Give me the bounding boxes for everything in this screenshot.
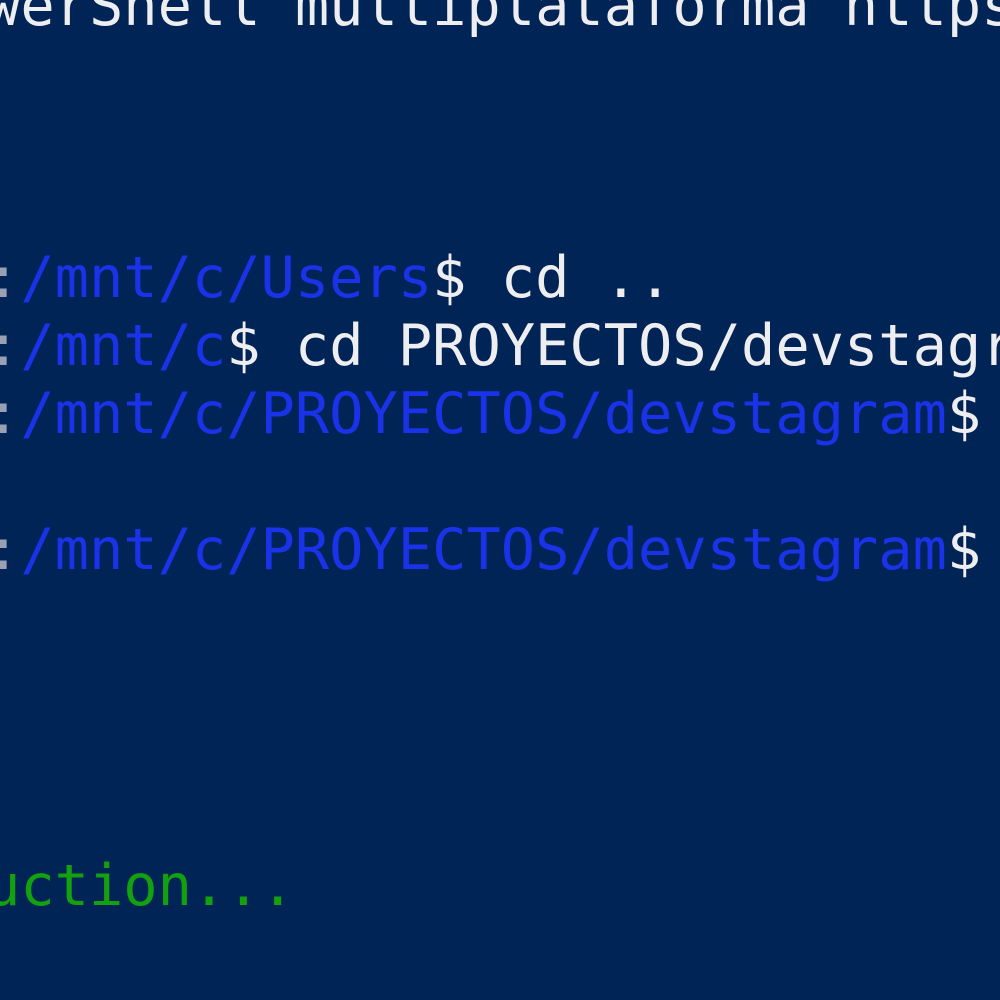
prompt-line: :/mnt/c$ cd PROYECTOS/devstagr bbox=[0, 312, 1000, 380]
status-line: uction... bbox=[0, 852, 295, 920]
prompt-line: :/mnt/c/PROYECTOS/devstagram$ . bbox=[0, 516, 1000, 584]
command-text: cd PROYECTOS/devstagr bbox=[260, 313, 1000, 379]
prompt-line: :/mnt/c/Users$ cd .. bbox=[0, 244, 672, 312]
prompt-separator: : bbox=[0, 313, 20, 379]
command-text: . bbox=[981, 381, 1000, 447]
prompt-line: :/mnt/c/PROYECTOS/devstagram$ . bbox=[0, 380, 1000, 448]
terminal-window[interactable]: werShell multiplataforma https :/mnt/c/U… bbox=[0, 0, 1000, 1000]
command-text: cd .. bbox=[466, 245, 673, 311]
prompt-path: /mnt/c/PROYECTOS/devstagram bbox=[20, 381, 947, 447]
banner-text: werShell multiplataforma https bbox=[0, 0, 1000, 39]
prompt-symbol: $ bbox=[946, 381, 982, 447]
prompt-separator: : bbox=[0, 381, 20, 447]
status-text: uction... bbox=[0, 853, 295, 919]
prompt-separator: : bbox=[0, 245, 20, 311]
prompt-symbol: $ bbox=[432, 245, 467, 311]
prompt-separator: : bbox=[0, 517, 20, 583]
prompt-path: /mnt/c bbox=[20, 313, 227, 379]
prompt-path: /mnt/c/PROYECTOS/devstagram bbox=[20, 517, 947, 583]
prompt-symbol: $ bbox=[226, 313, 261, 379]
banner-line: werShell multiplataforma https bbox=[0, 0, 1000, 40]
command-text: . bbox=[981, 517, 1000, 583]
prompt-path: /mnt/c/Users bbox=[20, 245, 433, 311]
prompt-symbol: $ bbox=[946, 517, 982, 583]
